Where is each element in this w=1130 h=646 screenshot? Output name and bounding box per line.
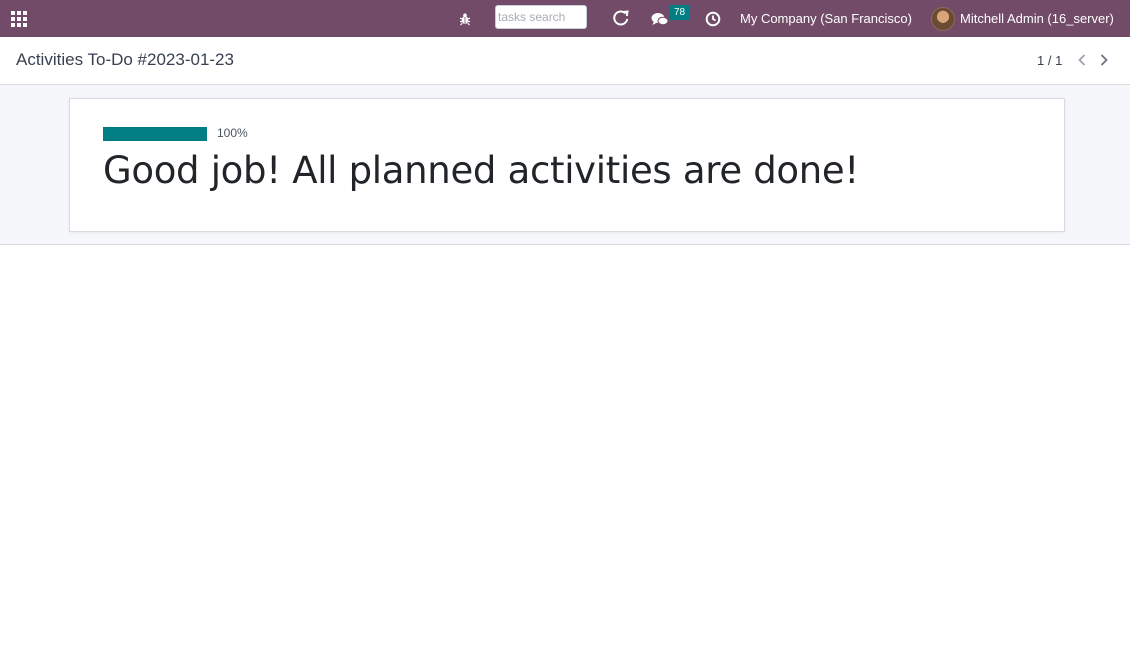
message-count-badge: 78: [669, 5, 690, 20]
apps-menu-icon[interactable]: [9, 9, 28, 28]
form-sheet: 100% Good job! All planned activities ar…: [69, 98, 1065, 232]
company-switcher[interactable]: My Company (San Francisco): [740, 0, 912, 37]
page-title: Activities To-Do #2023-01-23: [16, 50, 234, 69]
top-navbar: 78 My Company (San Francisco) Mitchell A…: [0, 0, 1130, 37]
progress-label: 100%: [217, 126, 248, 140]
user-menu[interactable]: Mitchell Admin (16_server): [931, 0, 1114, 37]
chevron-right-icon[interactable]: [1097, 50, 1111, 70]
completion-message: Good job! All planned activities are don…: [103, 149, 859, 192]
bug-icon[interactable]: [456, 0, 474, 37]
progress-fill: [103, 127, 207, 141]
chevron-left-icon[interactable]: [1075, 50, 1089, 70]
chat-icon[interactable]: [650, 0, 670, 37]
pager-value[interactable]: 1 / 1: [1037, 53, 1062, 68]
search-input[interactable]: [495, 5, 587, 29]
control-panel: Activities To-Do #2023-01-23 1 / 1: [0, 37, 1130, 85]
refresh-icon[interactable]: [610, 0, 632, 37]
avatar: [931, 6, 955, 31]
progress-bar: [103, 127, 207, 141]
user-name: Mitchell Admin (16_server): [960, 11, 1114, 26]
clock-icon[interactable]: [703, 0, 723, 37]
